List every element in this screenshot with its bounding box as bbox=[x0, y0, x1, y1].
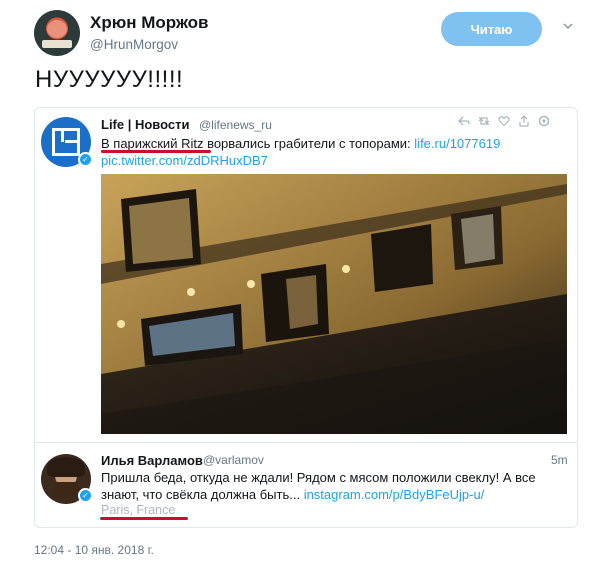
quoted-author-handle[interactable]: @lifenews_ru bbox=[199, 118, 272, 132]
quoted-pic-link[interactable]: pic.twitter.com/zdDRHuxDB7 bbox=[101, 153, 268, 168]
reply-location[interactable]: Paris, France bbox=[101, 503, 175, 517]
avatar-hair bbox=[47, 457, 85, 477]
tweet-timestamp[interactable]: 12:04 - 10 янв. 2018 г. bbox=[34, 543, 154, 557]
quoted-text: В парижский Ritz ворвались грабители с т… bbox=[101, 136, 415, 151]
author-display-name[interactable]: Хрюн Моржов bbox=[90, 13, 208, 33]
tweet-text: НУУУУУУ!!!!! bbox=[35, 66, 184, 93]
reply-instagram-link[interactable]: instagram.com/p/BdyBFeUjp-u/ bbox=[304, 487, 485, 502]
reply-text: знают, что свёкла должна быть... bbox=[101, 487, 304, 502]
tweet-header: Хрюн Моржов @HrunMorgov Читаю bbox=[30, 10, 585, 56]
share-icon[interactable] bbox=[517, 115, 531, 131]
red-underline bbox=[100, 517, 188, 520]
gear-icon[interactable] bbox=[537, 115, 551, 131]
like-icon[interactable] bbox=[497, 115, 511, 131]
quoted-actions bbox=[457, 115, 551, 131]
reply-author-handle[interactable]: @varlamov bbox=[203, 453, 264, 467]
avatar-face bbox=[47, 20, 67, 38]
reply-separator bbox=[34, 442, 578, 443]
chevron-down-icon[interactable] bbox=[560, 20, 576, 36]
follow-button[interactable]: Читаю bbox=[441, 12, 542, 46]
quoted-link-life[interactable]: life.ru/1077619 bbox=[414, 136, 500, 151]
quoted-text-line1: В парижский Ritz ворвались грабители с т… bbox=[101, 136, 500, 151]
life-logo-icon bbox=[52, 128, 80, 156]
reply-author-name[interactable]: Илья Варламов bbox=[101, 453, 203, 468]
reply-text-line1: Пришла беда, откуда не ждали! Рядом с мя… bbox=[101, 470, 536, 485]
verified-icon: ✓ bbox=[78, 152, 93, 167]
reply-time[interactable]: 5m bbox=[551, 453, 568, 467]
author-avatar[interactable] bbox=[34, 10, 80, 56]
retweet-icon[interactable] bbox=[477, 115, 491, 131]
quoted-author-name[interactable]: Life | Новости bbox=[101, 117, 189, 132]
verified-icon: ✓ bbox=[78, 488, 93, 503]
avatar-beard bbox=[54, 482, 78, 498]
reply-icon[interactable] bbox=[457, 115, 471, 131]
reply-text-line2: знают, что свёкла должна быть... instagr… bbox=[101, 487, 484, 502]
quoted-photo[interactable] bbox=[101, 174, 567, 434]
avatar-badge bbox=[42, 40, 72, 48]
author-handle[interactable]: @HrunMorgov bbox=[90, 37, 178, 52]
